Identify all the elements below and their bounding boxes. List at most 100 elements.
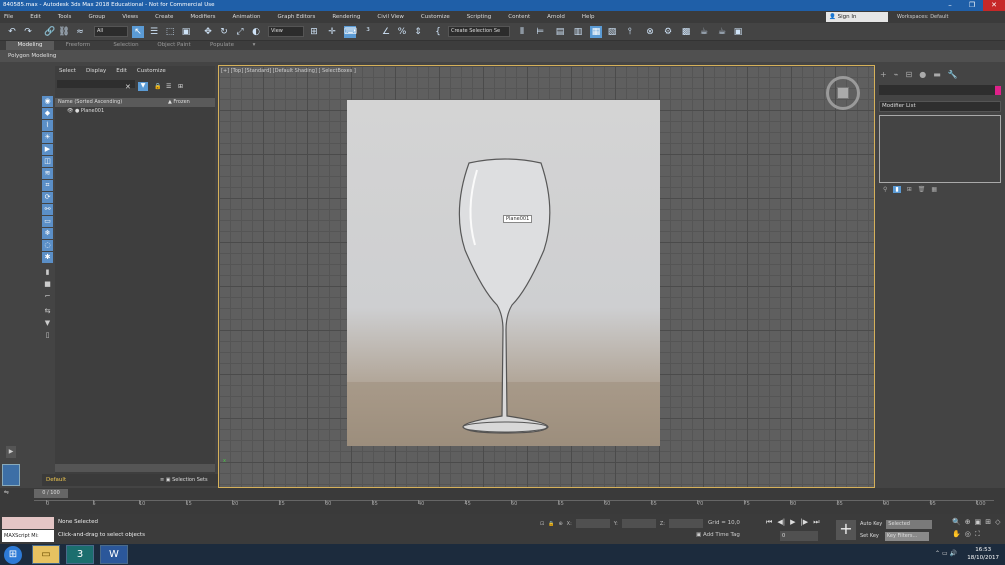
viewcube[interactable] xyxy=(826,76,860,110)
system-tray[interactable]: ⌃ ▭ 🔊 xyxy=(935,550,957,557)
hierarchy-icon[interactable]: ⊞ xyxy=(178,83,183,90)
menu-tools[interactable]: Tools xyxy=(58,14,72,20)
material-editor-icon[interactable]: ⊗ xyxy=(644,26,656,38)
move-icon[interactable]: ✥ xyxy=(202,26,214,38)
windows-start-icon[interactable]: ⊞ xyxy=(4,546,22,564)
z-coordinate-field[interactable] xyxy=(668,519,703,528)
viewcube-face[interactable] xyxy=(837,87,849,99)
selection-sets-label[interactable]: ≡ ▣ Selection Sets xyxy=(160,474,208,486)
layer-icon[interactable]: ☰ xyxy=(166,83,171,90)
add-time-tag-button[interactable]: ▣ Add Time Tag xyxy=(696,532,740,538)
display-xrefs-icon[interactable]: ⟳ xyxy=(42,192,53,203)
next-frame-icon[interactable]: |▶ xyxy=(800,518,808,527)
bind-spacewarp-icon[interactable]: ≈ xyxy=(74,26,86,38)
named-selection-sets-dropdown[interactable]: Create Selection Se xyxy=(448,26,510,37)
display-helpers-icon[interactable]: ◫ xyxy=(42,156,53,167)
tab-object-paint[interactable]: Object Paint xyxy=(150,41,198,50)
frozen-column-header[interactable]: ▲ Frozen xyxy=(168,98,190,107)
menu-edit[interactable]: Edit xyxy=(30,14,41,20)
isolate-icon[interactable]: ⊡ xyxy=(540,521,544,527)
scale-icon[interactable]: ⤢ xyxy=(234,26,246,38)
absolute-mode-icon[interactable]: ⊕ xyxy=(558,521,562,527)
menu-rendering[interactable]: Rendering xyxy=(332,14,360,20)
pin-stack-icon[interactable]: ⚲ xyxy=(883,186,887,193)
create-tab-icon[interactable]: + xyxy=(880,70,887,79)
list-item[interactable]: 👁 ● Plane001 xyxy=(55,107,215,116)
modify-tab-icon[interactable]: ⌁ xyxy=(894,70,899,79)
modifier-list-dropdown[interactable]: Modifier List xyxy=(879,101,1001,112)
key-filters-button[interactable]: Key Filters... xyxy=(884,532,929,541)
sync-selection-icon[interactable]: ⇆ xyxy=(42,306,53,317)
tab-selection[interactable]: Selection xyxy=(102,41,150,50)
set-key-icon[interactable]: + xyxy=(836,520,856,540)
object-color-swatch[interactable] xyxy=(995,86,1001,95)
se-menu-edit[interactable]: Edit xyxy=(116,68,127,74)
previous-frame-icon[interactable]: ◀| xyxy=(777,518,785,527)
window-crossing-icon[interactable]: ▣ xyxy=(180,26,192,38)
menu-file[interactable]: File xyxy=(4,14,13,20)
maxscript-listener[interactable] xyxy=(2,517,54,529)
auto-key-button[interactable]: Auto Key xyxy=(860,521,882,527)
scene-explorer-icon[interactable]: ▤ xyxy=(554,26,566,38)
pan-icon[interactable]: ✋ xyxy=(952,530,961,539)
show-end-result-icon[interactable]: ▮ xyxy=(893,186,901,193)
select-object-icon[interactable]: ↖ xyxy=(132,26,144,38)
filter-icon[interactable]: ▼ xyxy=(138,82,148,91)
menu-arnold[interactable]: Arnold xyxy=(547,14,565,20)
render-setup-icon[interactable]: ⚙ xyxy=(662,26,674,38)
display-spacewarps-icon[interactable]: ≋ xyxy=(42,168,53,179)
curve-editor-icon[interactable]: ▧ xyxy=(606,26,618,38)
minimize-button[interactable]: – xyxy=(939,0,961,11)
key-mode-dropdown[interactable]: Selected xyxy=(886,520,933,529)
reference-coordinate-dropdown[interactable]: View xyxy=(268,26,304,37)
expand-arrow-icon[interactable]: ▶ xyxy=(6,446,16,458)
configure-modifier-sets-icon[interactable]: ▦ xyxy=(931,186,937,193)
filter-icon[interactable]: ▼ xyxy=(42,318,53,329)
go-to-end-icon[interactable]: ⏭ xyxy=(813,518,819,527)
viewport-label[interactable]: [+] [Top] [Standard] [Default Shading] [… xyxy=(221,68,356,74)
zoom-extents-icon[interactable]: ▣ xyxy=(975,518,982,526)
ribbon-toggle-icon[interactable]: ▦ xyxy=(590,26,602,38)
select-by-name-icon[interactable]: ☰ xyxy=(148,26,160,38)
make-unique-icon[interactable]: ⊞ xyxy=(907,186,912,193)
tab-modeling[interactable]: Modeling xyxy=(6,41,54,50)
render-iterative-icon[interactable]: ☕ xyxy=(716,26,728,38)
menu-customize[interactable]: Customize xyxy=(421,14,450,20)
display-containers-icon[interactable]: ▭ xyxy=(42,216,53,227)
mirror-icon[interactable]: ⫴ xyxy=(516,26,528,38)
align-icon[interactable]: ⊨ xyxy=(534,26,546,38)
x-coordinate-field[interactable] xyxy=(575,519,610,528)
maximize-button[interactable]: ❐ xyxy=(961,0,983,11)
menu-create[interactable]: Create xyxy=(155,14,173,20)
display-all-icon[interactable]: ✱ xyxy=(42,252,53,263)
current-frame-field[interactable]: 0 xyxy=(780,531,818,541)
orbit-icon[interactable]: ◎ xyxy=(965,530,971,539)
reference-image-plane[interactable]: Plane001 xyxy=(347,100,660,446)
workspace-selector[interactable]: Workspaces: Default xyxy=(897,11,948,23)
close-button[interactable]: ✕ xyxy=(983,0,1005,11)
menu-civil-view[interactable]: Civil View xyxy=(377,14,403,20)
display-bones-icon[interactable]: ⚯ xyxy=(42,204,53,215)
timeline-collapse-icon[interactable]: ⇋ xyxy=(4,489,9,496)
sign-in-dropdown[interactable]: 👤 Sign In xyxy=(826,12,888,22)
render-production-icon[interactable]: ☕ xyxy=(698,26,710,38)
remove-modifier-icon[interactable]: 🗑 xyxy=(918,186,926,193)
motion-tab-icon[interactable]: ● xyxy=(919,70,926,79)
selection-lock-icon[interactable]: 🔒 xyxy=(548,521,554,527)
viewport-layout-tab[interactable] xyxy=(2,464,20,486)
utilities-tab-icon[interactable]: 🔧 xyxy=(948,70,958,79)
display-lights-icon[interactable]: ☀ xyxy=(42,132,53,143)
y-coordinate-field[interactable] xyxy=(621,519,656,528)
invert-display-icon[interactable]: ■ xyxy=(42,279,53,290)
viewport-top[interactable]: [+] [Top] [Standard] [Default Shading] [… xyxy=(218,65,875,488)
tab-populate[interactable]: Populate xyxy=(198,41,246,50)
zoom-extents-all-icon[interactable]: ⊞ xyxy=(985,518,991,526)
render-in-cloud-icon[interactable]: ▣ xyxy=(732,26,744,38)
display-tab-icon[interactable]: ▬ xyxy=(933,70,941,79)
hierarchy-tab-icon[interactable]: ⊟ xyxy=(906,70,913,79)
place-icon[interactable]: ◐ xyxy=(250,26,262,38)
snaps-toggle-icon[interactable]: ³ xyxy=(362,26,374,38)
display-none-icon[interactable]: ◉ xyxy=(42,96,53,107)
lock-cell-icon[interactable]: ▯ xyxy=(42,330,53,341)
tab-freeform[interactable]: Freeform xyxy=(54,41,102,50)
